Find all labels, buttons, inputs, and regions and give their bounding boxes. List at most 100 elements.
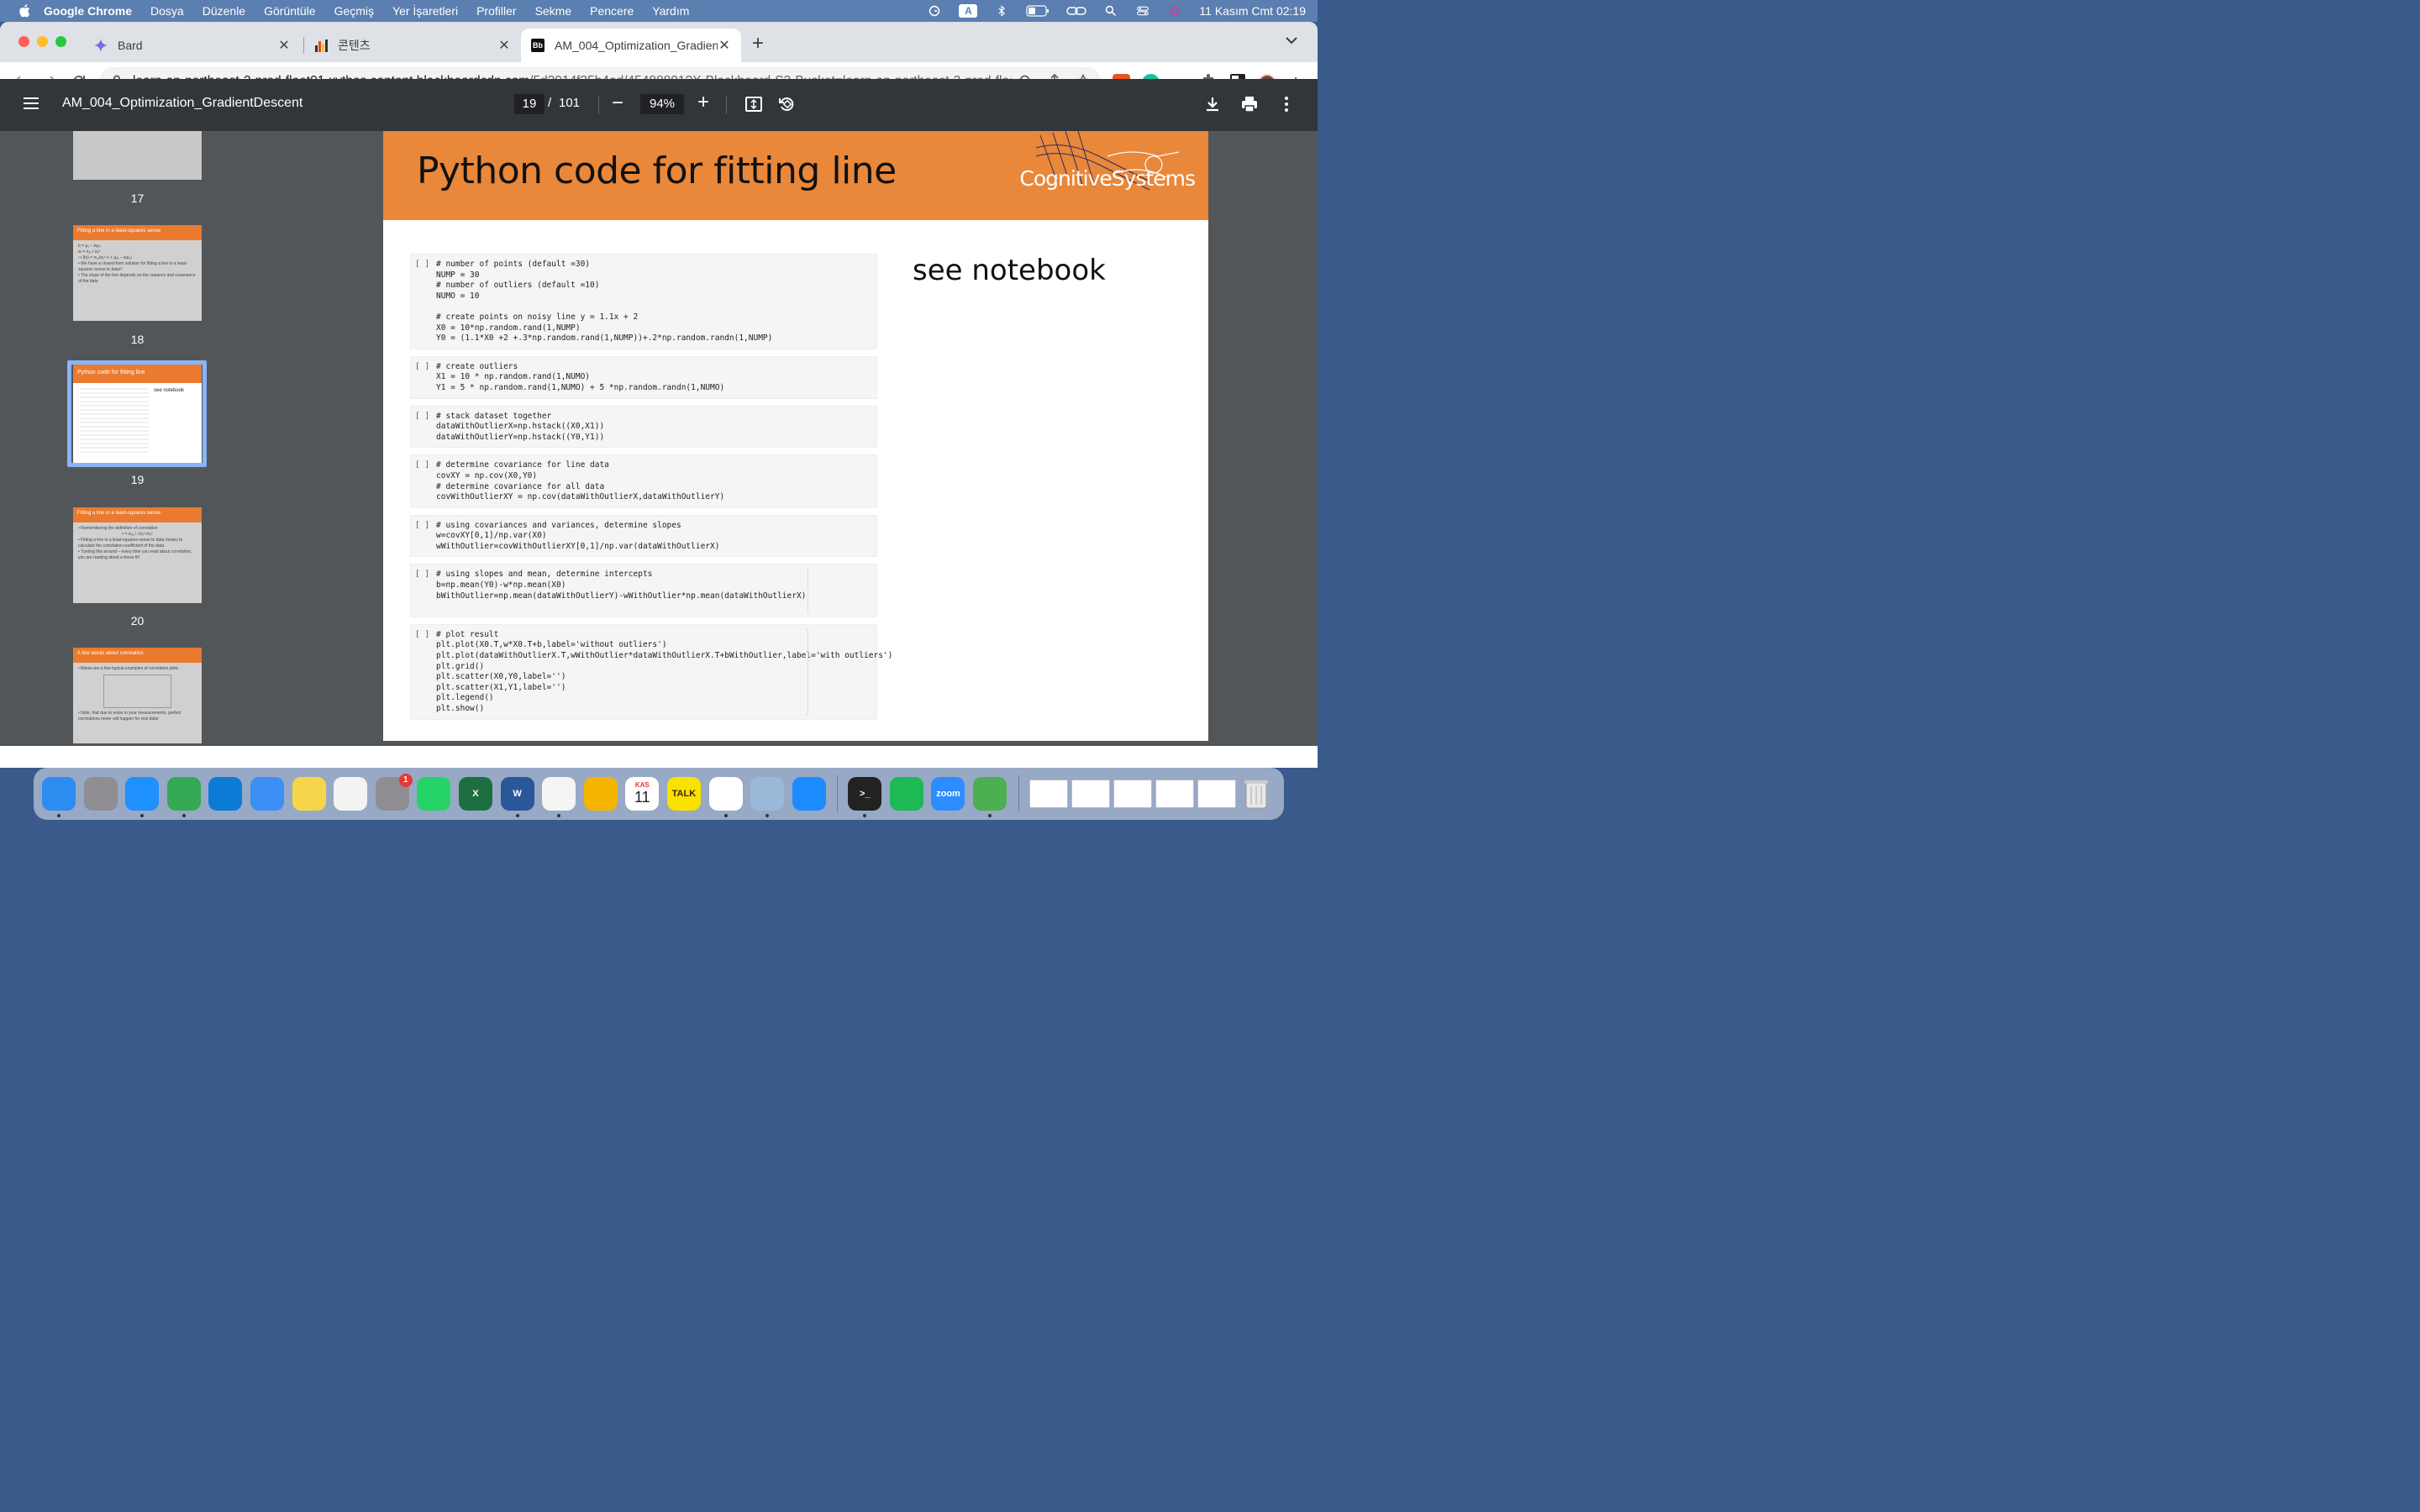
minimized-window-thumbnail[interactable] [1155, 780, 1194, 808]
input-source-indicator[interactable]: A [959, 4, 978, 18]
cell-prompt: [ ] [415, 361, 430, 371]
dock-excel-icon[interactable]: X [458, 777, 492, 811]
dock-notes-icon[interactable] [292, 777, 326, 811]
menu-goruntule[interactable]: Görüntüle [264, 4, 315, 18]
code-cell[interactable]: [ ] # number of points (default =30) NUM… [410, 254, 877, 349]
thumbnail-page-18[interactable]: Fitting a line in a least-squares sense … [73, 225, 202, 321]
thumbnail-page-17[interactable] [73, 131, 202, 180]
tab-bard[interactable]: Bard ✕ [84, 29, 301, 62]
tab-content[interactable]: 콘텐츠 ✕ [304, 29, 521, 62]
thumbnail-heading: Fitting a line in a least-squares sense [73, 225, 202, 240]
cell-prompt: [ ] [415, 629, 430, 639]
dock-spotify-icon[interactable] [889, 777, 923, 811]
menu-app-name[interactable]: Google Chrome [44, 4, 132, 18]
tab-search-chevron-icon[interactable] [1286, 34, 1297, 49]
minimized-window-thumbnail[interactable] [1071, 780, 1110, 808]
menu-profiller[interactable]: Profiller [476, 4, 516, 18]
page-total: 101 [559, 96, 581, 110]
tab-title: 콘텐츠 [338, 39, 371, 52]
cell-prompt: [ ] [415, 570, 430, 580]
close-window-button[interactable] [18, 36, 29, 47]
print-icon[interactable] [1240, 95, 1259, 113]
new-tab-button[interactable]: + [752, 34, 764, 54]
dock-preview-icon[interactable] [750, 777, 785, 817]
menu-pencere[interactable]: Pencere [590, 4, 634, 18]
zoom-level-input[interactable]: 94% [640, 94, 684, 114]
tab-close-icon[interactable]: ✕ [718, 37, 731, 54]
control-center-icon[interactable] [1135, 5, 1150, 17]
thumbnail-page-21[interactable]: A few words about correlation • Below ar… [73, 648, 202, 743]
bluetooth-icon[interactable] [994, 5, 1009, 17]
battery-icon[interactable] [1026, 5, 1050, 17]
spotlight-search-icon[interactable] [1103, 5, 1118, 17]
rotate-icon[interactable] [777, 95, 796, 113]
thumbnail-page-number: 18 [130, 333, 145, 346]
dock-kakaotalk-icon[interactable]: TALK [666, 777, 701, 811]
code-cell[interactable]: [ ] # stack dataset together dataWithOut… [410, 405, 877, 449]
code-cell[interactable]: [ ] # plot result plt.plot(X0.T,w*X0.T+b… [410, 623, 892, 720]
hamburger-menu-icon[interactable] [24, 97, 39, 109]
menu-gecmis[interactable]: Geçmiş [334, 4, 374, 18]
page-separator: / [548, 96, 552, 110]
thumbnail-heading: Python code for fitting line [73, 365, 202, 383]
dock-app-store-icon[interactable] [792, 777, 826, 811]
code-cell[interactable]: [ ] # create outliers X1 = 10 * np.rando… [410, 355, 877, 399]
dock-divider [837, 775, 839, 812]
dock-zoom-icon[interactable]: zoom [931, 777, 965, 811]
minimized-window-thumbnail[interactable] [1197, 780, 1236, 808]
dock-freeform-icon[interactable] [334, 777, 368, 811]
dock-system-settings-icon[interactable]: 1 [375, 774, 413, 811]
tab-close-icon[interactable]: ✕ [497, 37, 511, 54]
menu-dosya[interactable]: Dosya [150, 4, 184, 18]
minimized-window-thumbnail[interactable] [1028, 780, 1068, 808]
more-options-icon[interactable] [1277, 95, 1296, 113]
code-cell[interactable]: [ ] # using covariances and variances, d… [410, 514, 877, 558]
thumbnail-page-19-selected[interactable]: Python code for fitting line see noteboo… [73, 365, 202, 463]
blackboard-favicon: Bb [531, 39, 544, 52]
tab-title: AM_004_Optimization_GradientDescent [555, 39, 718, 52]
menu-duzenle[interactable]: Düzenle [203, 4, 245, 18]
dock-textedit-icon[interactable] [542, 777, 576, 817]
dock-finder-icon[interactable] [42, 777, 76, 817]
siri-icon[interactable] [1167, 5, 1182, 17]
tab-close-icon[interactable]: ✕ [277, 37, 291, 54]
dock-chrome-icon[interactable] [166, 777, 201, 817]
dock-activity-ring-icon[interactable] [973, 777, 1007, 817]
dock-launchpad-icon[interactable] [83, 777, 118, 811]
menu-sekme[interactable]: Sekme [535, 4, 572, 18]
thumbnail-page-number: 19 [130, 473, 145, 486]
pdf-page-19: Python code for fitting line CognitiveSy… [383, 131, 1208, 741]
minimized-window-thumbnail[interactable] [1113, 780, 1152, 808]
page-number-input[interactable]: 19 [514, 94, 544, 114]
running-indicator [723, 814, 728, 817]
dock-photos-icon[interactable] [583, 777, 618, 811]
dock-safari-icon[interactable] [125, 777, 160, 817]
thumbnail-page-20[interactable]: Fitting a line in a least-squares sense … [73, 507, 202, 603]
dock-word-icon[interactable]: W [500, 777, 534, 817]
tab-pdf-active[interactable]: Bb AM_004_Optimization_GradientDescent ✕ [521, 29, 741, 62]
dock-terminal-icon[interactable]: >_ [848, 777, 882, 817]
thumbnail-line: • The slope of the line depends on the v… [78, 273, 196, 284]
dock-trash-icon[interactable] [1239, 777, 1273, 811]
zoom-out-button[interactable]: − [612, 92, 623, 115]
fit-to-page-icon[interactable] [744, 95, 763, 113]
apple-menu-icon[interactable] [18, 4, 30, 18]
dock-edge-icon[interactable] [208, 777, 243, 811]
dock-whatsapp-icon[interactable] [417, 777, 451, 811]
dock-slack-icon[interactable] [708, 777, 743, 817]
thumbnail-line: ⇒ f(x) = σₓᵧ/σₓ² x + (μᵧ − wμₓ) [78, 255, 132, 260]
grammarly-status-icon[interactable] [927, 5, 942, 17]
code-cell[interactable]: [ ] # using slopes and mean, determine i… [410, 564, 877, 617]
zoom-window-button[interactable] [55, 36, 66, 47]
dock-mail-icon[interactable] [250, 777, 284, 811]
link-icon[interactable] [1066, 5, 1087, 17]
menubar-datetime[interactable]: 11 Kasım Cmt 02:19 [1199, 4, 1306, 18]
dock-calendar-icon[interactable]: KAS 11 [625, 777, 660, 811]
menu-yer-isaretleri[interactable]: Yer İşaretleri [392, 4, 458, 18]
menu-yardim[interactable]: Yardım [652, 4, 689, 18]
download-icon[interactable] [1203, 95, 1222, 113]
minimize-window-button[interactable] [37, 36, 48, 47]
zoom-in-button[interactable]: + [697, 91, 709, 114]
cell-prompt: [ ] [415, 460, 430, 470]
code-cell[interactable]: [ ] # determine covariance for line data… [410, 454, 877, 508]
